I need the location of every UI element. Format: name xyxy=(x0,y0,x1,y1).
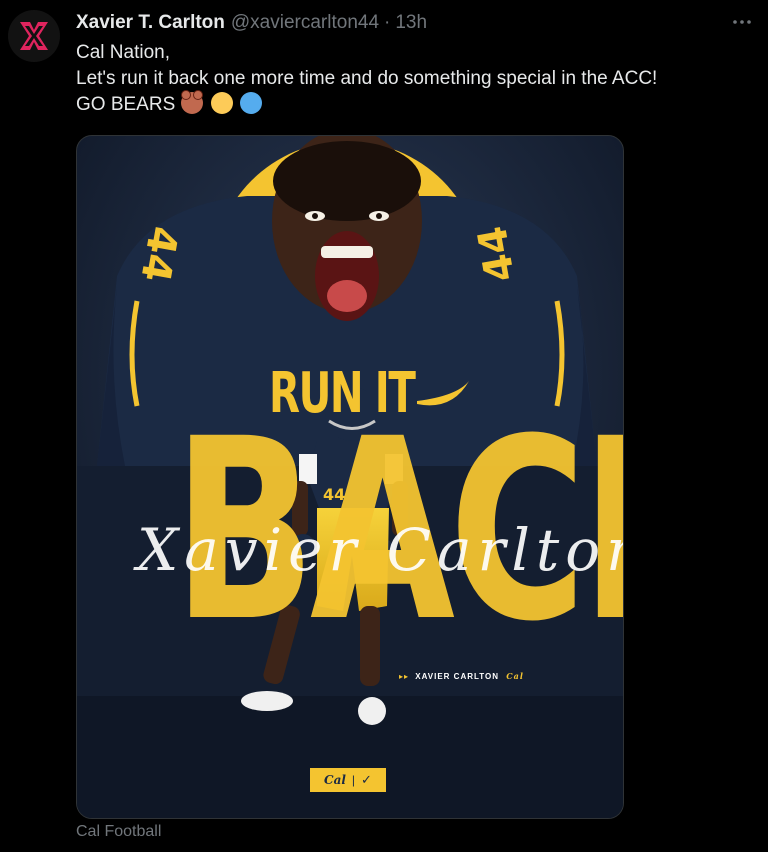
tweet-line-2: Let's run it back one more time and do s… xyxy=(76,68,658,89)
media-source-label[interactable]: Cal Football xyxy=(76,823,161,841)
poster-artwork xyxy=(77,136,623,818)
user-handle[interactable]: @xaviercarlton44 xyxy=(231,12,379,34)
tweet: Xavier T. Carlton @xaviercarlton44 · 13h… xyxy=(0,0,768,852)
yellow-circle-icon xyxy=(210,92,233,114)
timestamp[interactable]: 13h xyxy=(395,12,427,34)
bear-face-icon xyxy=(181,90,204,114)
avatar[interactable] xyxy=(8,10,60,62)
display-name[interactable]: Xavier T. Carlton xyxy=(76,12,225,34)
separator-dot: · xyxy=(384,12,391,33)
blue-circle-icon xyxy=(239,92,262,114)
more-horizontal-icon[interactable] xyxy=(730,12,754,32)
tweet-media-image[interactable]: 44 44 RUN IT BACK 44 Xavier Carlton ▸▸ X… xyxy=(76,135,624,819)
x-logo-icon xyxy=(20,22,48,50)
tweet-line-3-text: GO BEARS xyxy=(76,94,176,115)
tweet-line-3: GO BEARS xyxy=(76,90,657,118)
tweet-text: Cal Nation, Let's run it back one more t… xyxy=(76,40,657,118)
tweet-header: Xavier T. Carlton @xaviercarlton44 · 13h xyxy=(76,10,427,36)
tweet-line-1: Cal Nation, xyxy=(76,42,170,63)
